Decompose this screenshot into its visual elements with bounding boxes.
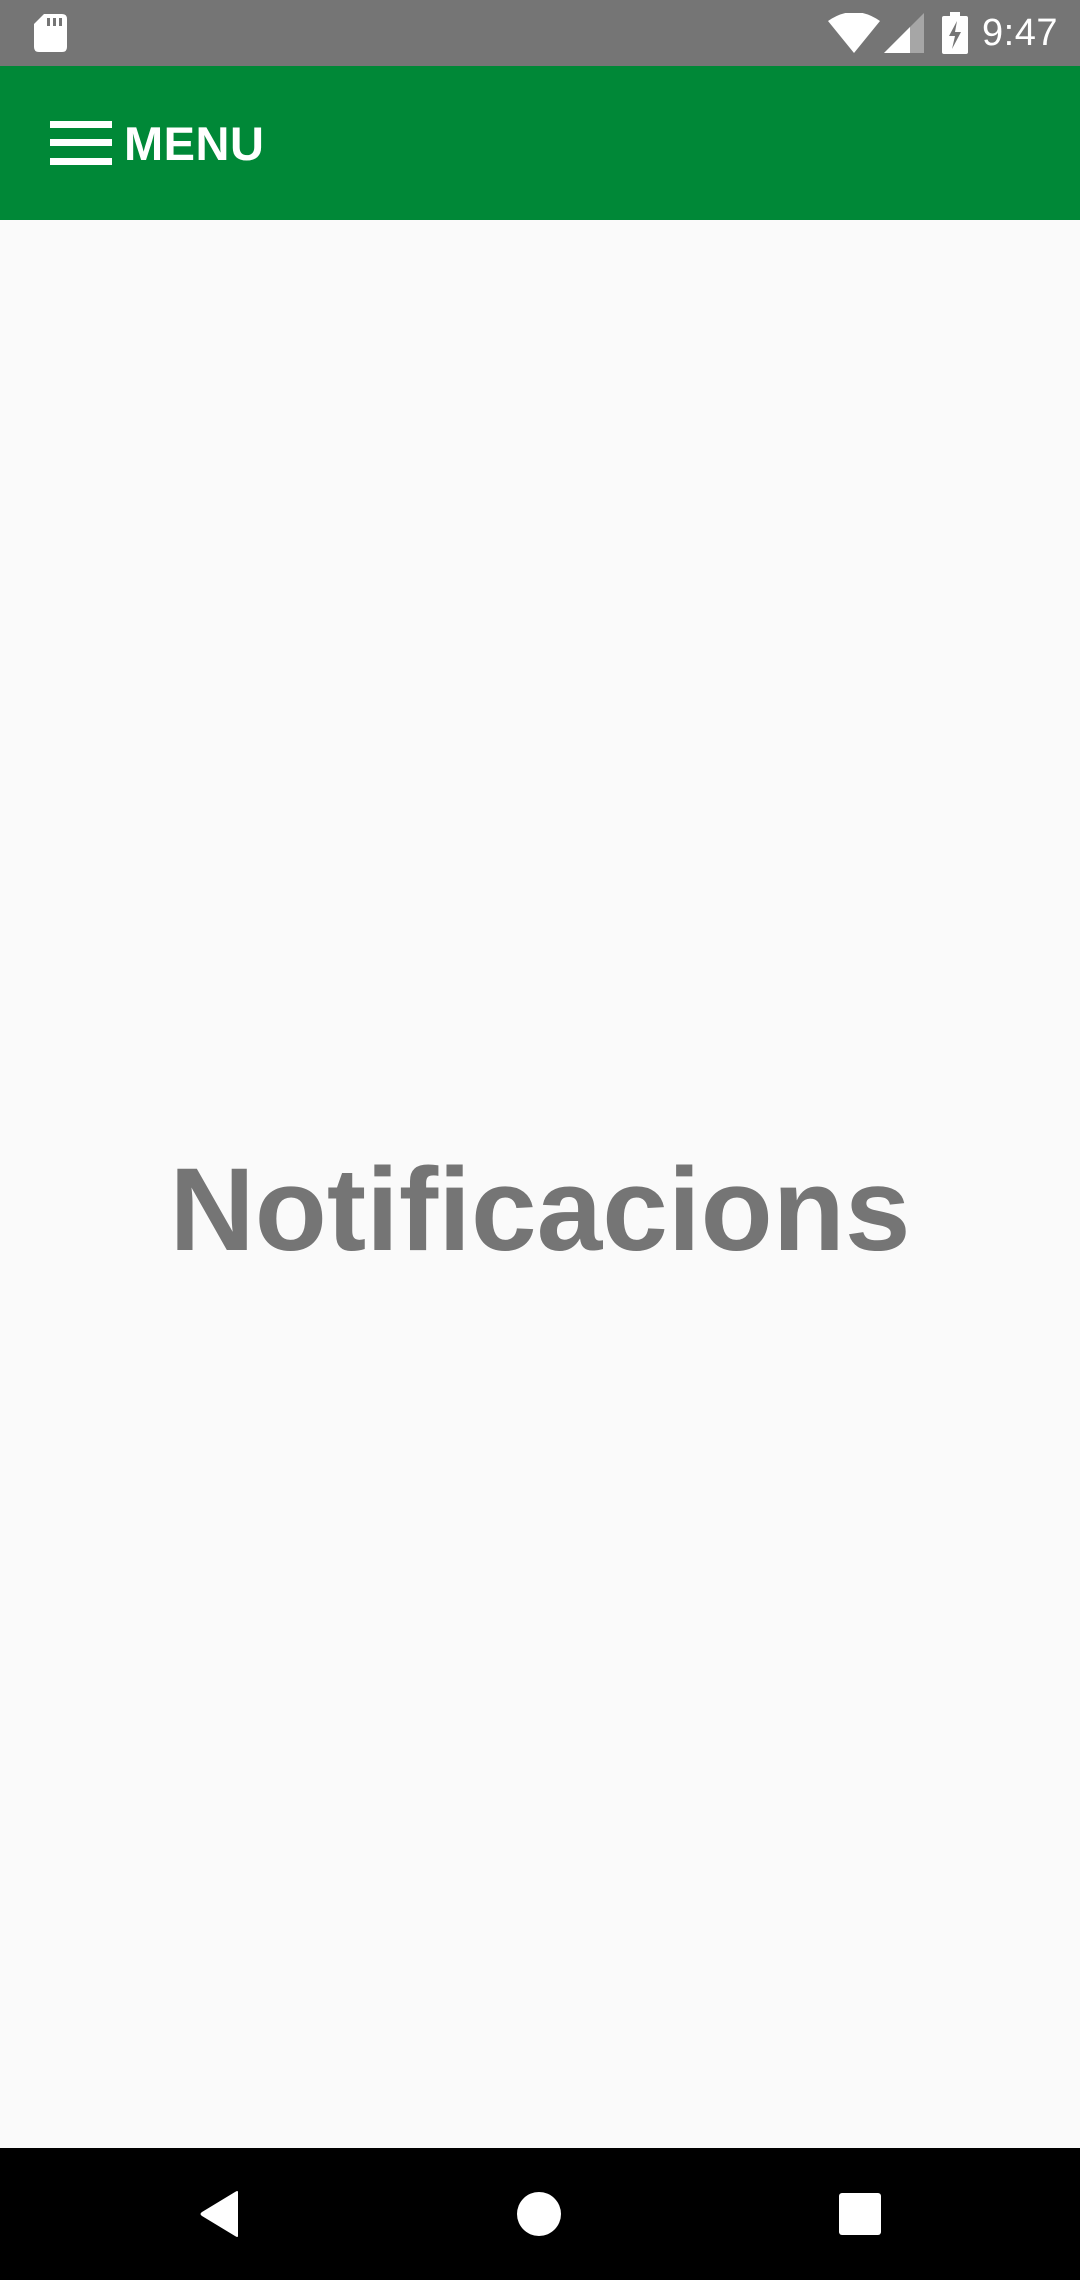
hamburger-icon	[50, 121, 112, 165]
home-icon	[517, 2192, 561, 2236]
signal-icon	[884, 13, 925, 53]
recents-button[interactable]	[822, 2176, 898, 2252]
main-content: Notificacions	[0, 220, 1080, 2148]
app-bar: MENU	[0, 66, 1080, 220]
battery-charging-icon	[942, 12, 969, 54]
wifi-icon	[828, 13, 881, 53]
menu-label: MENU	[124, 116, 265, 170]
navigation-bar	[0, 2148, 1080, 2280]
status-icons: 9:47	[828, 0, 1058, 66]
menu-button[interactable]: MENU	[50, 116, 264, 170]
status-clock: 9:47	[982, 11, 1058, 54]
status-bar: 9:47	[0, 0, 1080, 66]
back-icon	[200, 2191, 238, 2237]
recents-icon	[839, 2193, 881, 2235]
back-button[interactable]	[182, 2176, 258, 2252]
home-button[interactable]	[501, 2176, 577, 2252]
sd-card-icon	[34, 14, 67, 52]
page-title: Notificacions	[169, 1144, 911, 1276]
